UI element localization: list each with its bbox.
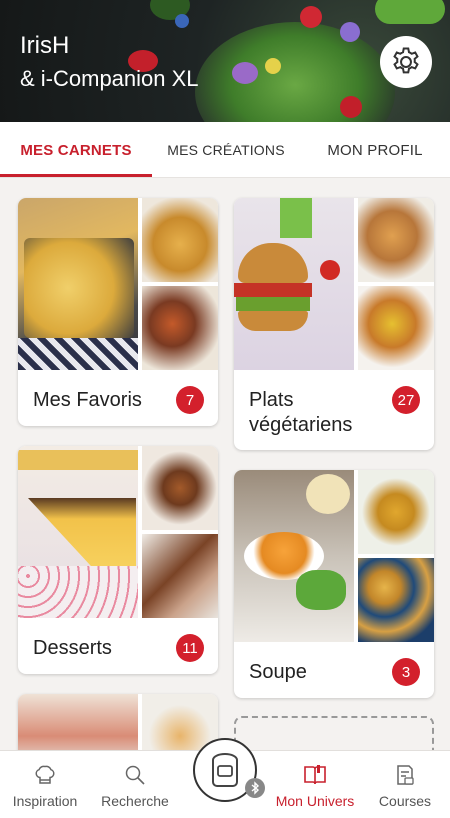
profile-header: IrisH & i-Companion XL: [0, 0, 450, 122]
recipe-photo: [142, 446, 218, 530]
notebook-collage: [18, 446, 218, 618]
bluetooth-status-badge: [245, 778, 265, 798]
notebook-card-mes-favoris[interactable]: Mes Favoris 7: [18, 198, 218, 426]
chef-hat-icon: [35, 765, 55, 784]
recipe-photo: [234, 198, 354, 370]
nav-mon-univers[interactable]: Mon Univers: [270, 751, 360, 818]
notebook-title: Mes Favoris: [33, 389, 142, 411]
tab-mes-creations[interactable]: MES CRÉATIONS: [152, 122, 300, 178]
recipe-photo: [358, 198, 434, 282]
bluetooth-icon: [251, 781, 260, 795]
nav-label: Recherche: [101, 793, 169, 809]
recipe-photo: [18, 198, 138, 370]
tab-mon-profil[interactable]: MON PROFIL: [300, 122, 450, 178]
recipe-photo: [142, 198, 218, 282]
notebook-collage: [234, 470, 434, 642]
nav-inspiration[interactable]: Inspiration: [0, 751, 90, 818]
notebook-card-plats-vegetariens[interactable]: Plats végétariens 27: [234, 198, 434, 450]
notebook-title: Plats végétariens: [249, 389, 353, 436]
notebook-card-desserts[interactable]: Desserts 11: [18, 446, 218, 674]
nav-courses[interactable]: Courses: [360, 751, 450, 818]
notebook-collage: [234, 198, 434, 370]
notebook-card-soupe[interactable]: Soupe 3: [234, 470, 434, 698]
recipe-photo: [142, 534, 218, 618]
open-book-icon: [304, 765, 326, 785]
user-name: IrisH: [20, 32, 70, 59]
header-salad-image: [195, 22, 395, 122]
cooking-device-icon: [212, 753, 238, 787]
gear-icon: [393, 47, 419, 74]
shopping-list-icon: [397, 765, 414, 785]
recipe-count-badge: 7: [176, 386, 204, 414]
search-icon: [125, 765, 145, 785]
recipe-photo: [18, 446, 138, 618]
notebook-title: Soupe: [249, 661, 307, 683]
device-name: & i-Companion XL: [20, 66, 199, 91]
nav-label: Courses: [378, 793, 432, 809]
recipe-count-badge: 11: [176, 634, 204, 662]
settings-button[interactable]: [380, 36, 432, 88]
recipe-count-badge: 3: [392, 658, 420, 686]
tab-mes-carnets[interactable]: MES CARNETS: [0, 122, 152, 178]
notebook-tabs: MES CARNETS MES CRÉATIONS MON PROFIL: [0, 122, 450, 178]
recipe-photo: [358, 558, 434, 642]
recipe-photo: [142, 286, 218, 370]
recipe-photo: [358, 286, 434, 370]
nav-recherche[interactable]: Recherche: [90, 751, 180, 818]
notebook-collage: [18, 198, 218, 370]
recipe-photo: [234, 470, 354, 642]
nav-label: Inspiration: [12, 793, 78, 809]
notebook-title: Desserts: [33, 637, 112, 659]
nav-label: Mon Univers: [275, 793, 355, 809]
active-tab-indicator: [0, 174, 152, 177]
recipe-count-badge: 27: [392, 386, 420, 414]
recipe-photo: [358, 470, 434, 554]
